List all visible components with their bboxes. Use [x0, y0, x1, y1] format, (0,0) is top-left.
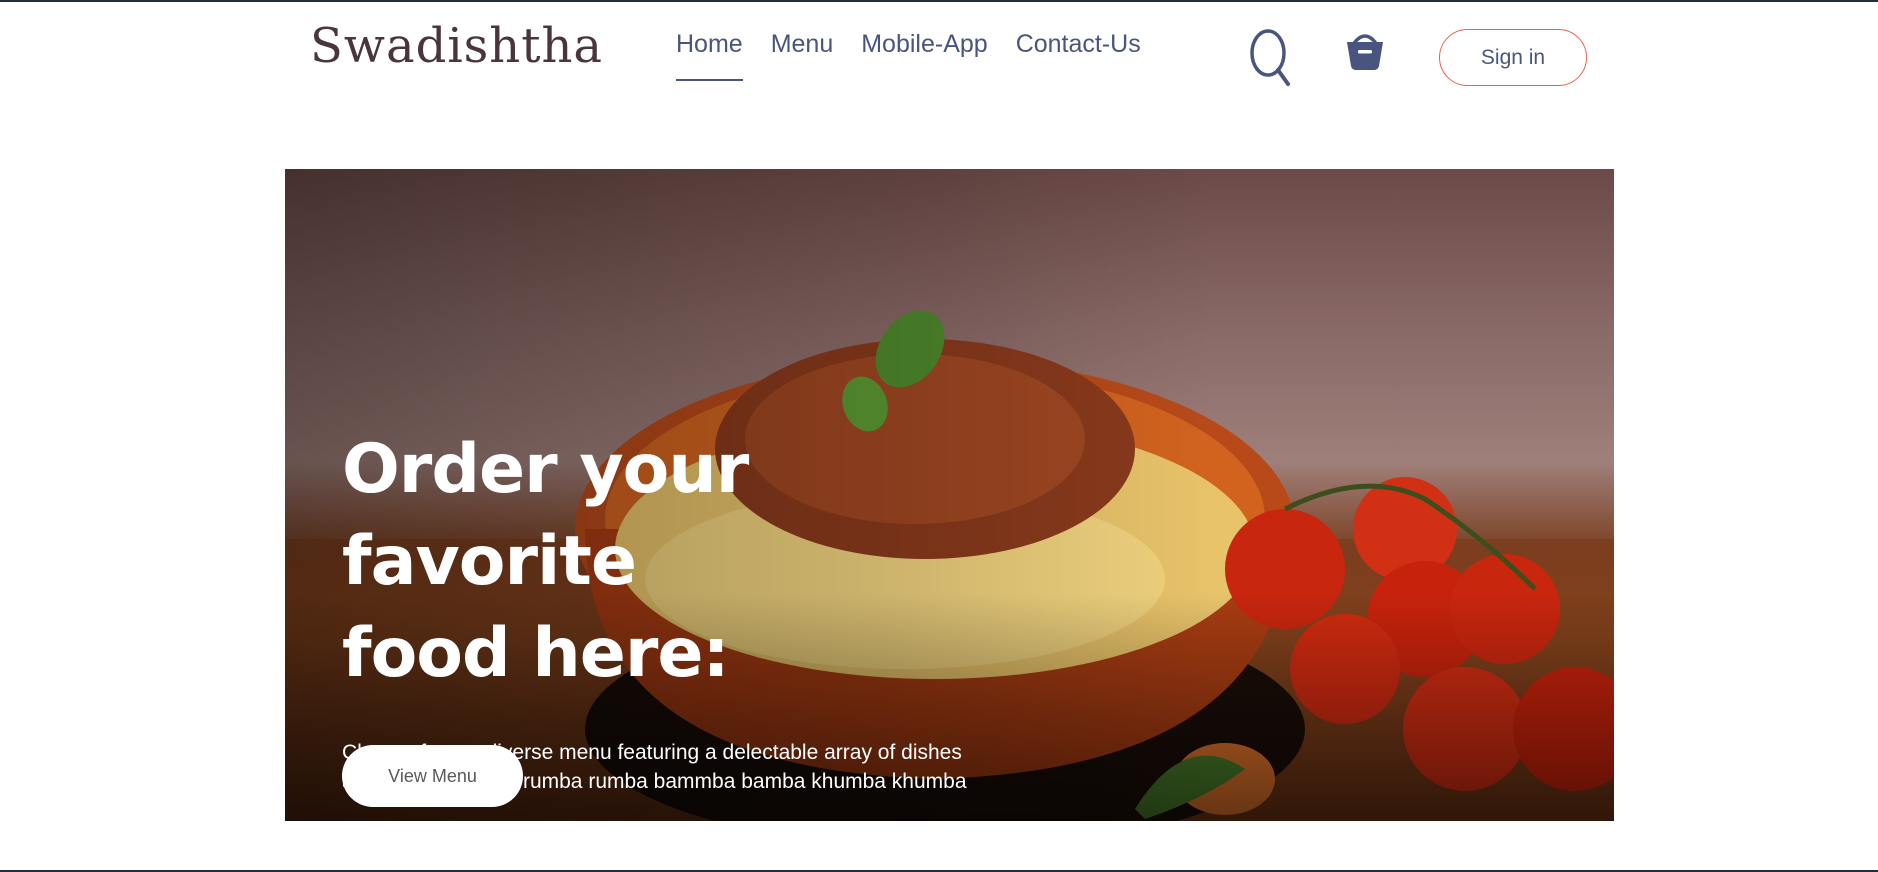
hero-banner: Order your favorite food here: Choose fr… [285, 169, 1614, 821]
basket-icon[interactable] [1343, 28, 1387, 72]
nav-item-mobile-app[interactable]: Mobile-App [861, 30, 987, 81]
sign-in-button[interactable]: Sign in [1439, 29, 1587, 86]
hero-title: Order your favorite food here: [342, 424, 1042, 700]
nav-item-contact-us[interactable]: Contact-Us [1016, 30, 1141, 81]
main-nav: Home Menu Mobile-App Contact-Us [676, 30, 1141, 81]
search-icon[interactable] [1248, 28, 1292, 88]
nav-item-home[interactable]: Home [676, 30, 743, 81]
view-menu-button[interactable]: View Menu [342, 745, 523, 807]
hero-title-line-1: Order your favorite [342, 430, 749, 601]
brand-logo[interactable]: Swadishtha [310, 18, 603, 74]
hero-content: Order your favorite food here: Choose fr… [342, 424, 1042, 796]
nav-item-menu[interactable]: Menu [771, 30, 834, 81]
hero-title-line-2: food here: [342, 614, 730, 693]
top-border [0, 0, 1878, 2]
